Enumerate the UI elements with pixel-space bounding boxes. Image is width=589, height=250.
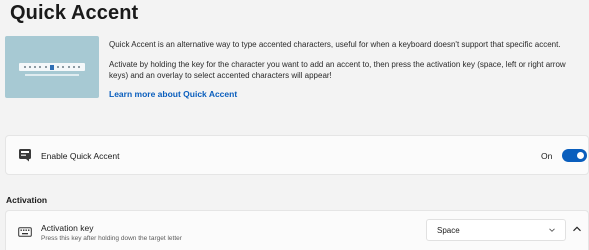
toggle-knob: [577, 152, 584, 159]
activation-key-card: Activation key Press this key after hold…: [5, 210, 589, 250]
activation-key-selected-value: Space: [437, 226, 460, 235]
activation-key-description: Press this key after holding down the ta…: [41, 235, 182, 242]
enable-quick-accent-label: Enable Quick Accent: [41, 151, 120, 161]
quick-accent-icon: [19, 149, 31, 162]
page-title: Quick Accent: [10, 2, 139, 24]
activation-key-title: Activation key: [41, 223, 94, 233]
enable-quick-accent-toggle[interactable]: [562, 149, 587, 162]
hero-caption-line: [25, 74, 79, 76]
intro-paragraph-1: Quick Accent is an alternative way to ty…: [109, 40, 561, 49]
activation-key-dropdown[interactable]: Space: [426, 219, 566, 241]
enable-quick-accent-card: Enable Quick Accent On: [5, 135, 589, 175]
chevron-up-icon[interactable]: [572, 225, 582, 233]
intro-paragraph-2: Activate by holding the key for the char…: [109, 60, 566, 80]
learn-more-link[interactable]: Learn more about Quick Accent: [109, 89, 237, 99]
accent-overlay-illustration: [19, 63, 85, 71]
hero-image: [5, 36, 99, 98]
activation-section-title: Activation: [6, 195, 48, 205]
toggle-state-text: On: [541, 151, 553, 161]
keyboard-icon: [18, 227, 32, 237]
chevron-down-icon: [549, 228, 555, 232]
